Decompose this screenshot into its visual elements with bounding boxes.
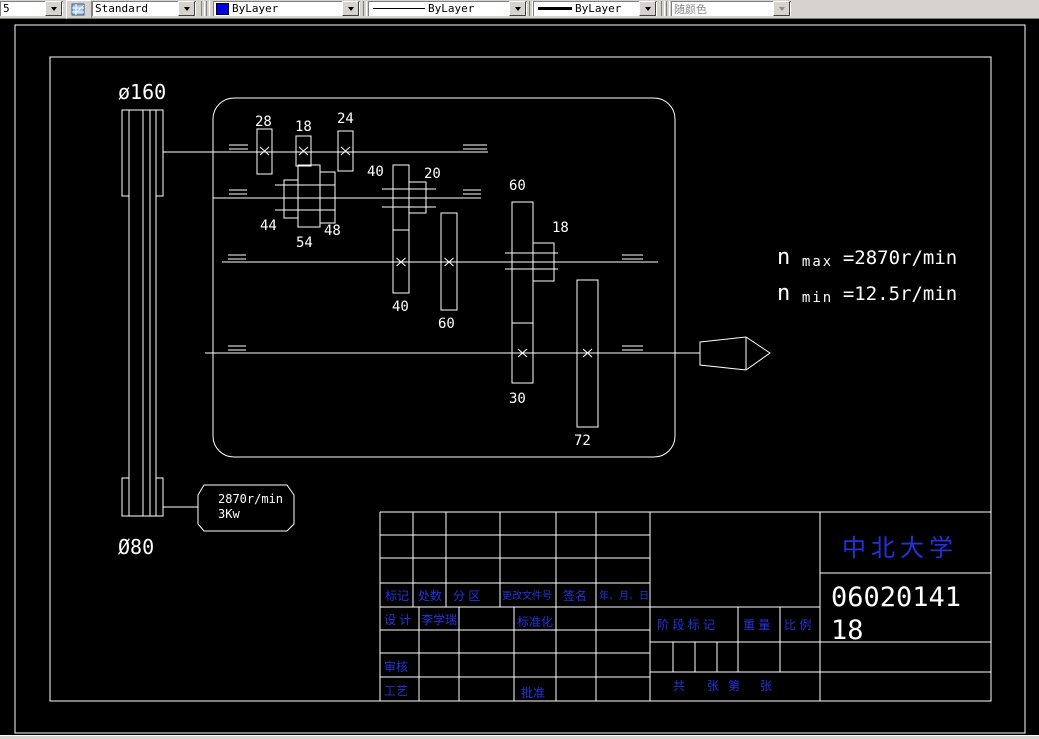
dim-style-value: 5 xyxy=(3,2,10,15)
signature-label: 签名 xyxy=(563,588,587,603)
text-style-icon xyxy=(71,3,85,15)
mark-label: 标记 xyxy=(385,589,409,603)
pulley-top-diameter-label: ø160 xyxy=(118,80,166,104)
toolbar-separator xyxy=(363,1,367,16)
gear-label: 30 xyxy=(509,391,526,407)
sheet-no-label: 第 xyxy=(728,679,740,693)
plot-style-combo: 随颜色 xyxy=(671,1,791,16)
fixed-gear-cross-icon xyxy=(340,146,351,156)
total-label: 共 xyxy=(673,679,685,693)
lineweight-sample-icon xyxy=(538,7,572,10)
dropdown-arrow-icon[interactable] xyxy=(639,1,656,16)
zone-label: 分 区 xyxy=(453,589,480,603)
gear-18-shaft1 xyxy=(295,135,312,167)
linetype-combo[interactable]: ByLayer xyxy=(368,1,527,16)
gear-label: 48 xyxy=(324,223,341,239)
fixed-gear-cross-icon xyxy=(259,146,270,156)
gear-label: 28 xyxy=(255,114,272,130)
dropdown-arrow-icon xyxy=(773,1,790,16)
gear-label: 60 xyxy=(438,316,455,332)
linetype-value: ByLayer xyxy=(428,2,475,15)
color-swatch-icon xyxy=(216,2,229,15)
sheet-label: 张 xyxy=(760,679,772,693)
designer-name: 李学瑞 xyxy=(421,612,457,627)
standardization-label: 标准化 xyxy=(517,615,553,629)
gear-label: 18 xyxy=(552,220,569,236)
dim-style-combo[interactable]: 5 xyxy=(0,1,63,16)
properties-toolbar: 5 Standard ByLayer ByLayer ByLayer 随颜色 xyxy=(0,0,1039,19)
toolbar-separator xyxy=(206,1,210,16)
text-style-combo[interactable]: Standard xyxy=(92,1,196,16)
window-bottom-edge xyxy=(0,735,1039,739)
gear-label: 54 xyxy=(296,235,313,251)
toolbar-separator xyxy=(666,1,670,16)
color-value: ByLayer xyxy=(232,2,279,15)
gear-24 xyxy=(337,130,354,172)
lineweight-value: ByLayer xyxy=(575,2,622,15)
speed-max-annotation: n max =2870r/min xyxy=(777,245,957,270)
check-label: 审核 xyxy=(384,659,408,674)
dropdown-arrow-icon[interactable] xyxy=(178,1,195,16)
gear-label: 18 xyxy=(295,119,312,135)
gear-label: 24 xyxy=(337,111,354,127)
design-label: 设 计 xyxy=(384,613,411,627)
toolbar-separator xyxy=(201,1,205,16)
weight-label: 重 量 xyxy=(743,618,770,632)
count-label: 处数 xyxy=(418,588,442,603)
sliding-gear-block-44-54-48 xyxy=(275,164,336,228)
shaft-lines xyxy=(163,151,700,354)
stage-mark-label: 阶 段 标 记 xyxy=(657,617,715,632)
gear-label: 44 xyxy=(260,218,277,234)
gear-labels: 28 18 24 40 20 44 54 48 40 60 60 18 30 7… xyxy=(255,111,591,449)
dropdown-arrow-icon[interactable] xyxy=(342,1,359,16)
title-block-text: 标记 处数 分 区 更改文件号 签名 年、月、日 设 计 李学瑞 标准化 审核 … xyxy=(384,535,961,700)
approve-label: 批准 xyxy=(521,685,545,700)
change-file-no-label: 更改文件号 xyxy=(502,589,552,602)
gear-label: 40 xyxy=(367,164,384,180)
dropdown-arrow-icon[interactable] xyxy=(45,1,62,16)
motor-power-label: 3Kw xyxy=(218,507,240,521)
gear-label: 40 xyxy=(392,299,409,315)
lineweight-combo[interactable]: ByLayer xyxy=(533,1,657,16)
color-combo[interactable]: ByLayer xyxy=(213,1,360,16)
text-style-value: Standard xyxy=(95,2,148,15)
gear-label: 72 xyxy=(574,433,591,449)
cad-application-window: 5 Standard ByLayer ByLayer ByLayer 随颜色 ø… xyxy=(0,0,1039,739)
scale-label: 比 例 xyxy=(784,618,811,632)
date-label: 年、月、日 xyxy=(599,589,649,602)
fixed-gear-cross-icon xyxy=(298,146,309,156)
pulley-bottom-diameter-label: Ø80 xyxy=(118,535,154,559)
output-spindle-cone xyxy=(699,336,771,371)
document-number-line2: 18 xyxy=(831,615,864,646)
motor-speed-label: 2870r/min xyxy=(218,492,283,506)
gear-label: 20 xyxy=(424,166,441,182)
linetype-sample-icon xyxy=(373,8,425,9)
process-label: 工艺 xyxy=(384,684,408,698)
plot-style-value: 随颜色 xyxy=(674,2,707,16)
belt-pulley-drive xyxy=(121,109,164,517)
dropdown-arrow-icon[interactable] xyxy=(509,1,526,16)
text-style-manager-button[interactable] xyxy=(66,0,92,19)
speed-min-annotation: n min =12.5r/min xyxy=(777,281,957,306)
sheets-label: 张 xyxy=(707,679,719,693)
drawing-canvas[interactable]: ø160 Ø80 2870r/min 3Kw 28 18 24 40 20 44… xyxy=(0,18,1039,735)
document-number-line1: 06020141 xyxy=(831,582,961,613)
university-name: 中北大学 xyxy=(842,535,958,562)
gear-label: 60 xyxy=(509,178,526,194)
toolbar-separator xyxy=(661,1,665,16)
